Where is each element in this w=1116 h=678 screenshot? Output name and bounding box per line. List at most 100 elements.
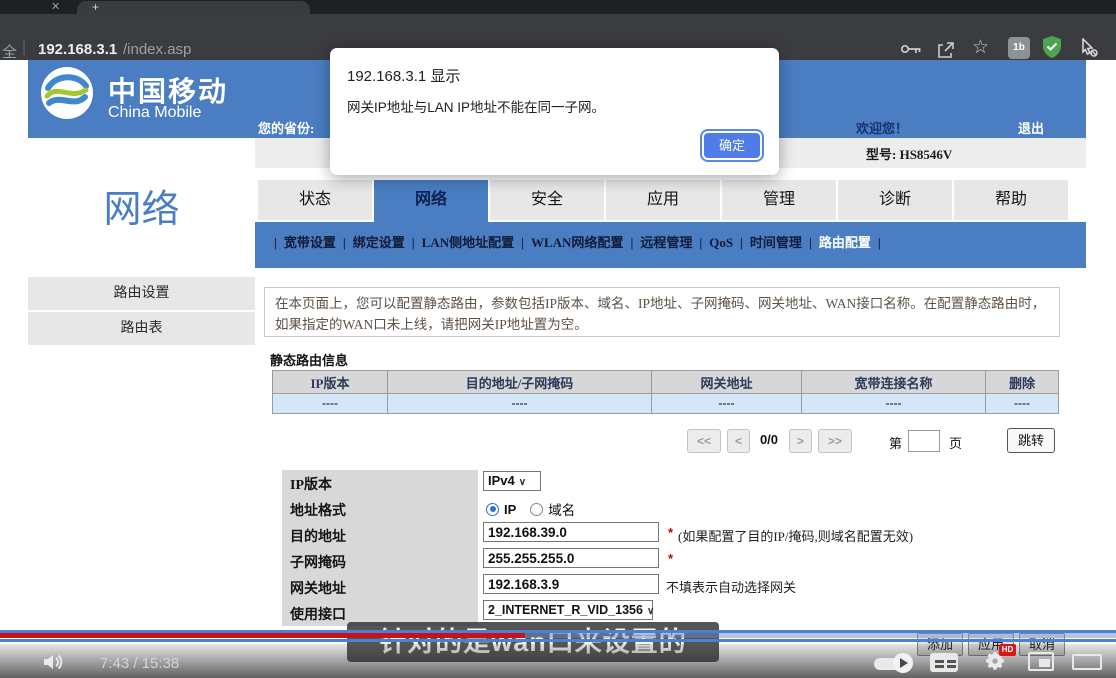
js-alert-dialog: 192.168.3.1 显示 网关IP地址与LAN IP地址不能在同一子网。 确… — [330, 48, 779, 175]
interface-select[interactable]: 2_INTERNET_R_VID_1356∨ — [483, 600, 653, 620]
tab-network[interactable]: 网络 — [374, 180, 488, 224]
theater-mode-icon[interactable] — [1072, 654, 1102, 670]
tab-security[interactable]: 安全 — [490, 180, 604, 220]
tab-help[interactable]: 帮助 — [954, 180, 1068, 220]
subnav-separator: | — [740, 235, 743, 250]
col-ip-version: IP版本 — [273, 371, 388, 394]
subnav-separator: | — [630, 235, 633, 250]
addr-format-radio-group: IP 域名 — [486, 499, 575, 519]
pagination-next-button[interactable]: > — [789, 429, 812, 453]
tab-management[interactable]: 管理 — [722, 180, 836, 220]
browser-tab-strip: ✕ + — [0, 0, 1116, 14]
radio-ip-label: IP — [504, 502, 516, 517]
subnav-separator: | — [412, 235, 415, 250]
subnet-mask-input[interactable] — [483, 548, 659, 568]
chevron-down-icon: ∨ — [519, 477, 526, 488]
subnav-broadband[interactable]: 宽带设置 — [284, 235, 336, 250]
bookmark-star-icon[interactable]: ☆ — [972, 36, 989, 59]
col-gateway: 网关地址 — [652, 371, 802, 394]
subtitles-icon[interactable] — [930, 653, 958, 672]
ip-version-value: IPv4 — [488, 473, 515, 488]
subnav-route-config[interactable]: 路由配置 — [819, 235, 871, 250]
required-asterisk: * — [668, 525, 673, 540]
dialog-title: 192.168.3.1 显示 — [347, 65, 460, 86]
progress-bar-bottom-line[interactable] — [0, 639, 1116, 642]
col-wan-name: 宽带连接名称 — [802, 371, 986, 394]
subnav-time-mgmt[interactable]: 时间管理 — [750, 235, 802, 250]
subnav-qos[interactable]: QoS — [709, 235, 733, 250]
sidebar-item-route-table[interactable]: 路由表 — [28, 312, 255, 345]
brand-name-en: China Mobile — [108, 104, 201, 122]
subnav-lan-address[interactable]: LAN侧地址配置 — [422, 235, 514, 250]
cell-wan-name: ---- — [802, 394, 986, 414]
label-interface: 使用接口 — [290, 604, 346, 624]
ip-version-select[interactable]: IPv4 ∨ — [483, 471, 541, 491]
logout-link[interactable]: 退出 — [1018, 118, 1044, 137]
autoplay-toggle[interactable] — [874, 658, 910, 670]
label-addr-format: 地址格式 — [290, 500, 346, 520]
autoplay-knob — [893, 653, 913, 673]
radio-ip[interactable] — [486, 503, 499, 516]
gateway-input[interactable] — [483, 574, 659, 594]
hd-quality-badge: HD — [999, 644, 1016, 656]
url-path[interactable]: /index.asp — [123, 41, 191, 58]
url-host[interactable]: 192.168.3.1 — [38, 41, 117, 58]
security-indicator[interactable]: 全 — [2, 41, 17, 62]
label-ip-version: IP版本 — [290, 474, 332, 494]
tab-application[interactable]: 应用 — [606, 180, 720, 220]
extension-badge-icon[interactable]: 1b — [1008, 37, 1030, 59]
table-row: ---- ---- ---- ---- ---- — [273, 394, 1059, 414]
tab-diagnostics[interactable]: 诊断 — [838, 180, 952, 220]
page-prefix-label: 第 — [889, 433, 902, 452]
cell-delete: ---- — [986, 394, 1059, 414]
cell-gateway: ---- — [652, 394, 802, 414]
label-dest-address: 目的地址 — [290, 526, 346, 546]
subnav-separator: | — [274, 235, 277, 250]
welcome-text: 欢迎您！ — [856, 118, 908, 137]
col-delete: 删除 — [986, 371, 1059, 394]
dest-address-note: (如果配置了目的IP/掩码,则域名配置无效) — [678, 526, 913, 545]
page-description: 在本页面上，您可以配置静态路由，参数包括IP版本、域名、IP地址、子网掩码、网关… — [264, 287, 1060, 337]
col-dest-mask: 目的地址/子网掩码 — [388, 371, 652, 394]
sidebar-section-title: 网络 — [28, 178, 255, 233]
jump-button[interactable]: 跳转 — [1007, 428, 1055, 453]
sidebar-item-route-settings[interactable]: 路由设置 — [28, 277, 255, 310]
pagination-prev-button[interactable]: < — [727, 429, 750, 453]
video-control-bar: 7:43 / 15:38 HD — [0, 644, 1116, 678]
video-time: 7:43 / 15:38 — [100, 655, 179, 672]
dialog-ok-button[interactable]: 确定 — [704, 133, 760, 158]
radio-domain-label: 域名 — [548, 499, 575, 519]
password-key-icon[interactable] — [900, 42, 922, 60]
adblock-shield-icon[interactable] — [1042, 36, 1062, 63]
subnav-remote-mgmt[interactable]: 远程管理 — [640, 235, 692, 250]
volume-icon[interactable] — [42, 652, 66, 677]
cell-ip-version: ---- — [273, 394, 388, 414]
model-number: 型号: HS8546V — [866, 144, 952, 163]
browser-tab[interactable] — [77, 1, 310, 14]
close-tab-icon[interactable]: ✕ — [51, 0, 60, 14]
url-divider: | — [22, 39, 26, 57]
route-table-title: 静态路由信息 — [270, 350, 348, 369]
subnav-separator: | — [521, 235, 524, 250]
subnav-binding[interactable]: 绑定设置 — [353, 235, 405, 250]
page-suffix-label: 页 — [949, 433, 962, 452]
subnav-bar: |宽带设置|绑定设置|LAN侧地址配置|WLAN网络配置|远程管理|QoS|时间… — [255, 222, 1086, 268]
new-tab-icon[interactable]: + — [92, 0, 99, 14]
china-mobile-logo — [40, 66, 94, 125]
subnav-wlan[interactable]: WLAN网络配置 — [531, 235, 623, 250]
label-gateway: 网关地址 — [290, 578, 346, 598]
pagination-last-button[interactable]: >> — [818, 429, 852, 453]
tab-status[interactable]: 状态 — [258, 180, 372, 220]
progress-bar-remaining[interactable] — [525, 633, 1116, 638]
page-number-input[interactable] — [908, 430, 940, 452]
miniplayer-icon[interactable] — [1028, 652, 1054, 671]
dest-address-input[interactable] — [483, 522, 659, 542]
static-route-table: IP版本 目的地址/子网掩码 网关地址 宽带连接名称 删除 ---- ---- … — [272, 370, 1059, 414]
table-header-row: IP版本 目的地址/子网掩码 网关地址 宽带连接名称 删除 — [273, 371, 1059, 394]
progress-bar-played[interactable] — [0, 633, 525, 638]
pagination-first-button[interactable]: << — [687, 429, 721, 453]
radio-domain[interactable] — [530, 503, 543, 516]
required-asterisk: * — [668, 551, 673, 566]
pagination-counter: 0/0 — [753, 432, 785, 447]
subnav-separator: | — [878, 235, 881, 250]
